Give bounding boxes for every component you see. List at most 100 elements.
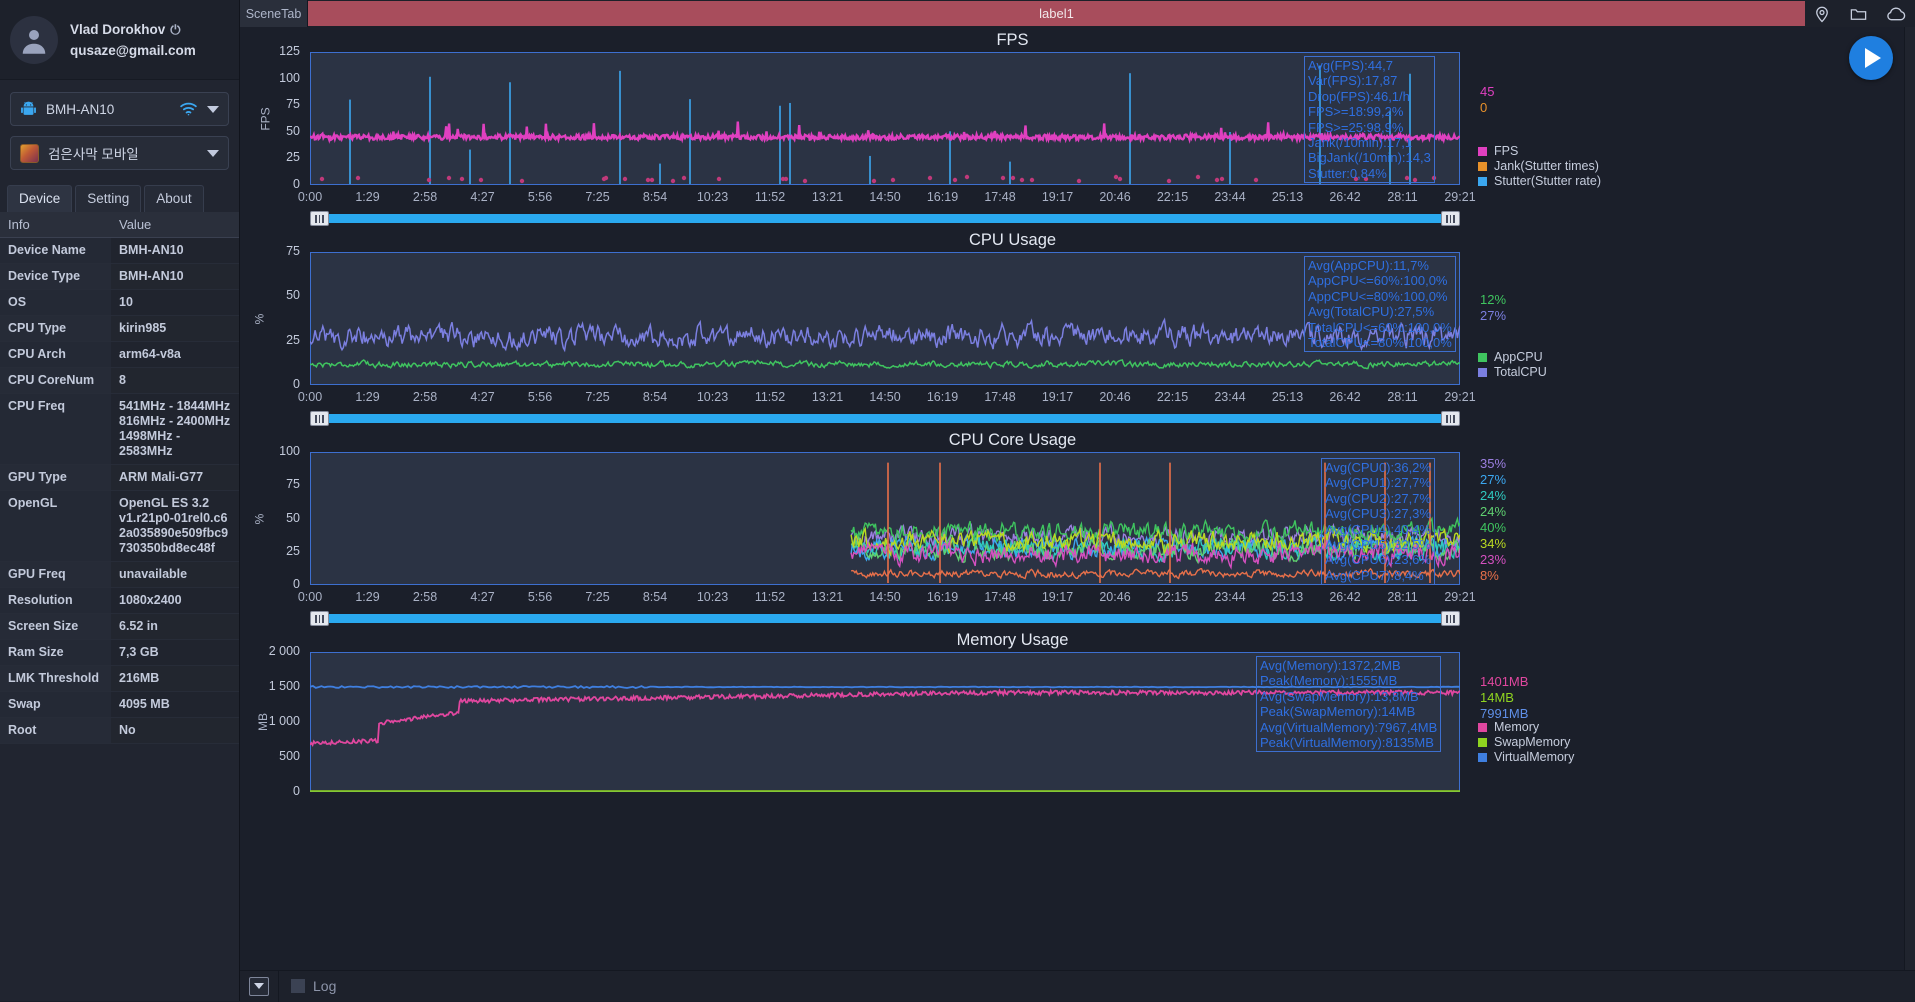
charts-area: FPS FPS 0 25 50 75 100 125 Avg(FPS):44,7 Var(FPS…: [240, 27, 1915, 970]
x-tick: 20:46: [1099, 190, 1131, 204]
scrollbar-handle-left[interactable]: [310, 411, 329, 426]
info-key: OpenGL: [0, 490, 111, 562]
table-row: Resolution 1080x2400: [0, 587, 239, 614]
legend-item[interactable]: FPS: [1478, 144, 1518, 159]
info-key: CPU Freq: [0, 393, 111, 465]
info-value: 8: [111, 367, 239, 394]
scrollbar-handle-right[interactable]: [1441, 211, 1460, 226]
info-value: 10: [111, 289, 239, 316]
x-tick: 28:11: [1387, 190, 1418, 204]
right-scrollbar-track[interactable]: [1904, 27, 1915, 970]
y-tick: 25: [286, 150, 300, 165]
log-swatch: [291, 979, 305, 993]
table-row: Device Name BMH-AN10: [0, 237, 239, 264]
y-tick: 100: [279, 70, 300, 85]
legend-item[interactable]: TotalCPU: [1478, 365, 1547, 380]
y-tick: 1 500: [268, 679, 300, 693]
legend-label: TotalCPU: [1494, 365, 1547, 379]
chart-title: FPS: [996, 31, 1029, 49]
log-dropdown-button[interactable]: [249, 976, 269, 996]
location-pin-icon[interactable]: [1813, 5, 1831, 23]
scrollbar-fill[interactable]: [310, 214, 1460, 223]
y-tick: 0: [293, 784, 300, 798]
x-tick: 7:25: [585, 190, 610, 204]
play-button[interactable]: [1849, 36, 1893, 80]
chart-title: CPU Usage: [968, 231, 1057, 249]
current-value: 8%: [1480, 568, 1499, 583]
x-tick: 10:23: [696, 390, 729, 404]
app-selector[interactable]: 검은사막 모바일: [10, 136, 229, 170]
y-tick: 0: [293, 577, 300, 591]
table-row: GPU Freq unavailable: [0, 561, 239, 588]
legend-item[interactable]: Stutter(Stutter rate): [1478, 174, 1601, 189]
y-tick: 125: [279, 44, 300, 58]
col-header-value: Value: [111, 212, 239, 238]
tab-about[interactable]: About: [144, 185, 204, 212]
legend-label: AppCPU: [1494, 350, 1543, 364]
tab-setting[interactable]: Setting: [75, 185, 142, 212]
legend-item[interactable]: AppCPU: [1478, 350, 1543, 365]
x-tick: 20:46: [1099, 390, 1131, 404]
scene-tab[interactable]: SceneTab: [240, 0, 308, 27]
x-tick: 22:15: [1156, 390, 1189, 404]
scrollbar-handle-right[interactable]: [1441, 611, 1460, 626]
scrollbar-fill[interactable]: [310, 614, 1460, 623]
android-icon: [20, 101, 37, 118]
info-value: OpenGL ES 3.2 v1.r21p0-01rel0.c6 2a03589…: [111, 490, 239, 562]
time-range-scrollbar[interactable]: [310, 211, 1460, 226]
divider: [278, 970, 279, 1002]
account-header: Vlad Dorokhov ⏻ qusaze@gmail.com: [0, 0, 239, 80]
sidebar-tabs: Device Setting About: [0, 180, 239, 212]
x-tick: 0:00: [297, 190, 323, 204]
current-value: 27%: [1480, 472, 1507, 487]
scrollbar-fill[interactable]: [310, 414, 1460, 423]
cloud-icon[interactable]: [1886, 5, 1907, 23]
power-icon[interactable]: ⏻: [170, 19, 180, 40]
info-key: CPU Arch: [0, 341, 111, 368]
chevron-down-icon[interactable]: [207, 105, 219, 113]
legend-item[interactable]: VirtualMemory: [1478, 750, 1574, 765]
info-value: unavailable: [111, 561, 239, 588]
folder-icon[interactable]: [1849, 5, 1868, 23]
scrollbar-handle-right[interactable]: [1441, 411, 1460, 426]
x-tick: 8:54: [642, 590, 668, 604]
info-key: LMK Threshold: [0, 665, 111, 692]
legend-item[interactable]: Jank(Stutter times): [1478, 159, 1599, 174]
y-tick: 0: [293, 177, 300, 191]
wifi-icon: [179, 102, 198, 116]
tab-device[interactable]: Device: [7, 185, 73, 212]
current-value: 45: [1480, 84, 1495, 99]
table-row: CPU CoreNum 8: [0, 367, 239, 394]
x-tick: 7:25: [585, 590, 610, 604]
x-tick: 1:29: [355, 590, 380, 604]
x-tick: 17:48: [984, 590, 1016, 604]
chevron-down-icon[interactable]: [207, 149, 219, 157]
y-tick: 25: [286, 332, 300, 347]
chart-title: Memory Usage: [956, 631, 1069, 649]
x-tick: 23:44: [1214, 390, 1246, 404]
x-tick: 26:42: [1329, 590, 1361, 604]
info-key: CPU CoreNum: [0, 367, 111, 394]
x-tick: 11:52: [754, 390, 786, 404]
x-tick: 7:25: [585, 390, 610, 404]
x-tick: 10:23: [696, 190, 729, 204]
scrollbar-handle-left[interactable]: [310, 211, 329, 226]
scrollbar-handle-left[interactable]: [310, 611, 329, 626]
left-sidebar: Vlad Dorokhov ⏻ qusaze@gmail.com BMH-AN1…: [0, 0, 240, 1001]
x-tick: 19:17: [1041, 590, 1074, 604]
legend-swatch: [1478, 723, 1487, 732]
legend-item[interactable]: Memory: [1478, 720, 1539, 735]
info-value: ARM Mali-G77: [111, 464, 239, 491]
col-header-info: Info: [0, 212, 111, 238]
x-tick: 8:54: [642, 390, 668, 404]
current-value: 12%: [1480, 292, 1507, 307]
info-key: CPU Type: [0, 315, 111, 342]
current-value: 40%: [1480, 520, 1507, 535]
time-range-scrollbar[interactable]: [310, 411, 1460, 426]
legend-item[interactable]: SwapMemory: [1478, 735, 1570, 750]
device-selector[interactable]: BMH-AN10: [10, 92, 229, 126]
x-tick: 17:48: [984, 390, 1016, 404]
time-range-scrollbar[interactable]: [310, 611, 1460, 626]
table-row: GPU Type ARM Mali-G77: [0, 464, 239, 491]
label-bar[interactable]: label1: [308, 0, 1805, 27]
